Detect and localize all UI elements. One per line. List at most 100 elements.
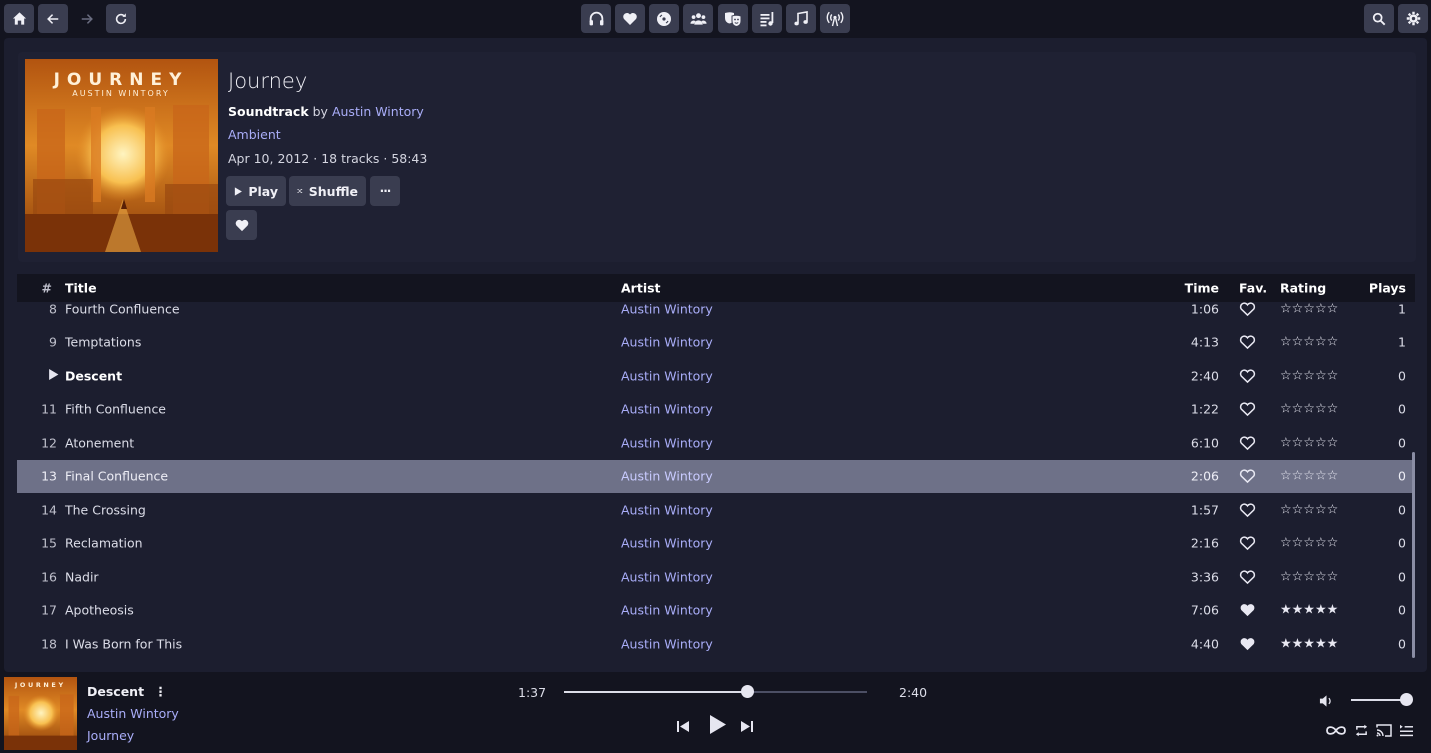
heart-outline-icon[interactable]: [1239, 335, 1256, 350]
track-artist-link[interactable]: Austin Wintory: [621, 603, 713, 618]
rating-stars[interactable]: ★★★★★: [1280, 603, 1338, 618]
track-artist-link[interactable]: Austin Wintory: [621, 569, 713, 584]
previous-button[interactable]: [676, 718, 690, 737]
genre-link[interactable]: Ambient: [228, 127, 281, 142]
rating-stars[interactable]: ☆☆☆☆☆: [1280, 368, 1338, 383]
volume-knob[interactable]: [1399, 693, 1413, 706]
volume-button[interactable]: [1319, 693, 1334, 712]
heart-filled-icon[interactable]: [1239, 637, 1256, 652]
now-playing-cover[interactable]: JOURNEY: [4, 677, 77, 750]
forward-button[interactable]: [72, 4, 102, 33]
heart-outline-icon[interactable]: [1239, 368, 1256, 383]
rating-stars[interactable]: ☆☆☆☆☆: [1280, 502, 1338, 517]
back-button[interactable]: [38, 4, 68, 33]
heart-filled-icon[interactable]: [1239, 603, 1256, 618]
play-button[interactable]: Play: [226, 176, 286, 206]
header-plays[interactable]: Plays: [1369, 281, 1406, 296]
play-count: 0: [1398, 368, 1406, 384]
header-artist[interactable]: Artist: [621, 281, 661, 296]
heart-outline-icon[interactable]: [1239, 569, 1256, 585]
heart-outline-icon[interactable]: [1239, 302, 1256, 316]
progress-knob[interactable]: [741, 685, 755, 698]
nav-genres[interactable]: [718, 4, 748, 33]
track-row[interactable]: 18 I Was Born for This Austin Wintory 4:40 ★…: [17, 628, 1415, 661]
nav-now-playing[interactable]: [581, 4, 611, 33]
nav-playlists[interactable]: [752, 4, 782, 33]
queue-button[interactable]: [1399, 722, 1414, 741]
track-duration: 2:40: [1190, 368, 1219, 384]
track-row[interactable]: 15 Reclamation Austin Wintory 2:16 ☆☆☆☆☆ 0: [17, 527, 1415, 560]
search-button[interactable]: [1364, 4, 1394, 33]
album-cover: JOURNEY AUSTIN WINTORY: [25, 59, 218, 252]
track-row[interactable]: 8 Fourth Confluence Austin Wintory 1:06 ☆☆☆☆…: [17, 302, 1415, 325]
track-row[interactable]: 13 Final Confluence Austin Wintory 2:06 ☆☆☆☆…: [17, 459, 1415, 493]
now-playing-title[interactable]: Descent ⋮: [87, 684, 167, 699]
refresh-button[interactable]: [106, 4, 136, 33]
heart-outline-icon[interactable]: [1239, 502, 1256, 517]
heart-outline-icon[interactable]: [1239, 435, 1256, 450]
more-options-button[interactable]: ···: [370, 176, 400, 206]
rating-stars[interactable]: ☆☆☆☆☆: [1280, 302, 1338, 316]
rating-stars[interactable]: ☆☆☆☆☆: [1280, 569, 1338, 584]
next-button[interactable]: [740, 718, 754, 737]
album-artist-link[interactable]: Austin Wintory: [332, 104, 424, 119]
repeat-button[interactable]: [1354, 722, 1369, 741]
album-title: Journey: [228, 69, 308, 93]
song-menu-icon[interactable]: ⋮: [154, 684, 167, 699]
heart-outline-icon[interactable]: [1239, 402, 1256, 417]
nav-radio[interactable]: [820, 4, 850, 33]
track-row[interactable]: 9 Temptations Austin Wintory 4:13 ☆☆☆☆☆ 1: [17, 326, 1415, 359]
track-row[interactable]: 16 Nadir Austin Wintory 3:36 ☆☆☆☆☆ 0: [17, 560, 1415, 593]
track-row[interactable]: 12 Atonement Austin Wintory 6:10 ☆☆☆☆☆ 0: [17, 426, 1415, 459]
nav-artists[interactable]: [683, 4, 713, 33]
track-row[interactable]: 17 Apotheosis Austin Wintory 7:06 ★★★★★ 0: [17, 594, 1415, 627]
track-duration: 2:06: [1190, 468, 1219, 484]
play-pause-button[interactable]: [708, 714, 727, 739]
rating-stars[interactable]: ☆☆☆☆☆: [1280, 335, 1338, 350]
rating-stars[interactable]: ☆☆☆☆☆: [1280, 536, 1338, 551]
track-artist-link[interactable]: Austin Wintory: [621, 435, 713, 450]
volume-slider[interactable]: [1351, 693, 1413, 706]
track-artist-link[interactable]: Austin Wintory: [621, 469, 713, 484]
now-playing-indicator-icon[interactable]: [48, 368, 59, 383]
nav-albums[interactable]: [649, 4, 679, 33]
header-rating[interactable]: Rating: [1280, 281, 1326, 296]
track-row[interactable]: Descent Austin Wintory 2:40 ☆☆☆☆☆ 0: [17, 359, 1415, 392]
progress-slider[interactable]: [564, 685, 867, 698]
album-info: Apr 10, 2012 · 18 tracks · 58:43: [228, 151, 427, 166]
rating-stars[interactable]: ☆☆☆☆☆: [1280, 435, 1338, 450]
now-playing-artist[interactable]: Austin Wintory: [87, 706, 179, 721]
track-artist-link[interactable]: Austin Wintory: [621, 302, 713, 316]
rating-stars[interactable]: ☆☆☆☆☆: [1280, 469, 1338, 484]
scrollbar[interactable]: [1412, 452, 1415, 658]
heart-outline-icon[interactable]: [1239, 469, 1256, 484]
track-artist-link[interactable]: Austin Wintory: [621, 536, 713, 551]
favorite-album-button[interactable]: [226, 210, 257, 240]
rating-stars[interactable]: ★★★★★: [1280, 637, 1338, 652]
heart-icon: [623, 12, 637, 25]
header-favorite[interactable]: Fav.: [1239, 281, 1267, 296]
home-button[interactable]: [4, 4, 34, 33]
track-row[interactable]: 14 The Crossing Austin Wintory 1:57 ☆☆☆☆☆ 0: [17, 493, 1415, 526]
rating-stars[interactable]: ☆☆☆☆☆: [1280, 402, 1338, 417]
header-time[interactable]: Time: [1185, 281, 1219, 296]
track-artist-link[interactable]: Austin Wintory: [621, 335, 713, 350]
track-row[interactable]: 11 Fifth Confluence Austin Wintory 1:22 ☆☆☆☆…: [17, 393, 1415, 426]
header-number[interactable]: #: [42, 281, 52, 296]
track-artist-link[interactable]: Austin Wintory: [621, 637, 713, 652]
settings-button[interactable]: [1398, 4, 1428, 33]
now-playing-album[interactable]: Journey: [87, 728, 134, 743]
track-duration: 1:57: [1190, 502, 1219, 518]
cover-subtitle-text: AUSTIN WINTORY: [72, 89, 170, 98]
nav-favorites[interactable]: [615, 4, 645, 33]
track-artist-link[interactable]: Austin Wintory: [621, 368, 713, 383]
track-number: 12: [41, 435, 57, 451]
track-artist-link[interactable]: Austin Wintory: [621, 402, 713, 417]
cast-button[interactable]: [1376, 722, 1392, 741]
track-artist-link[interactable]: Austin Wintory: [621, 502, 713, 517]
shuffle-button[interactable]: Shuffle: [289, 176, 366, 206]
header-title[interactable]: Title: [65, 281, 97, 296]
infinite-play-button[interactable]: [1325, 722, 1347, 741]
heart-outline-icon[interactable]: [1239, 536, 1256, 551]
nav-songs[interactable]: [786, 4, 816, 33]
